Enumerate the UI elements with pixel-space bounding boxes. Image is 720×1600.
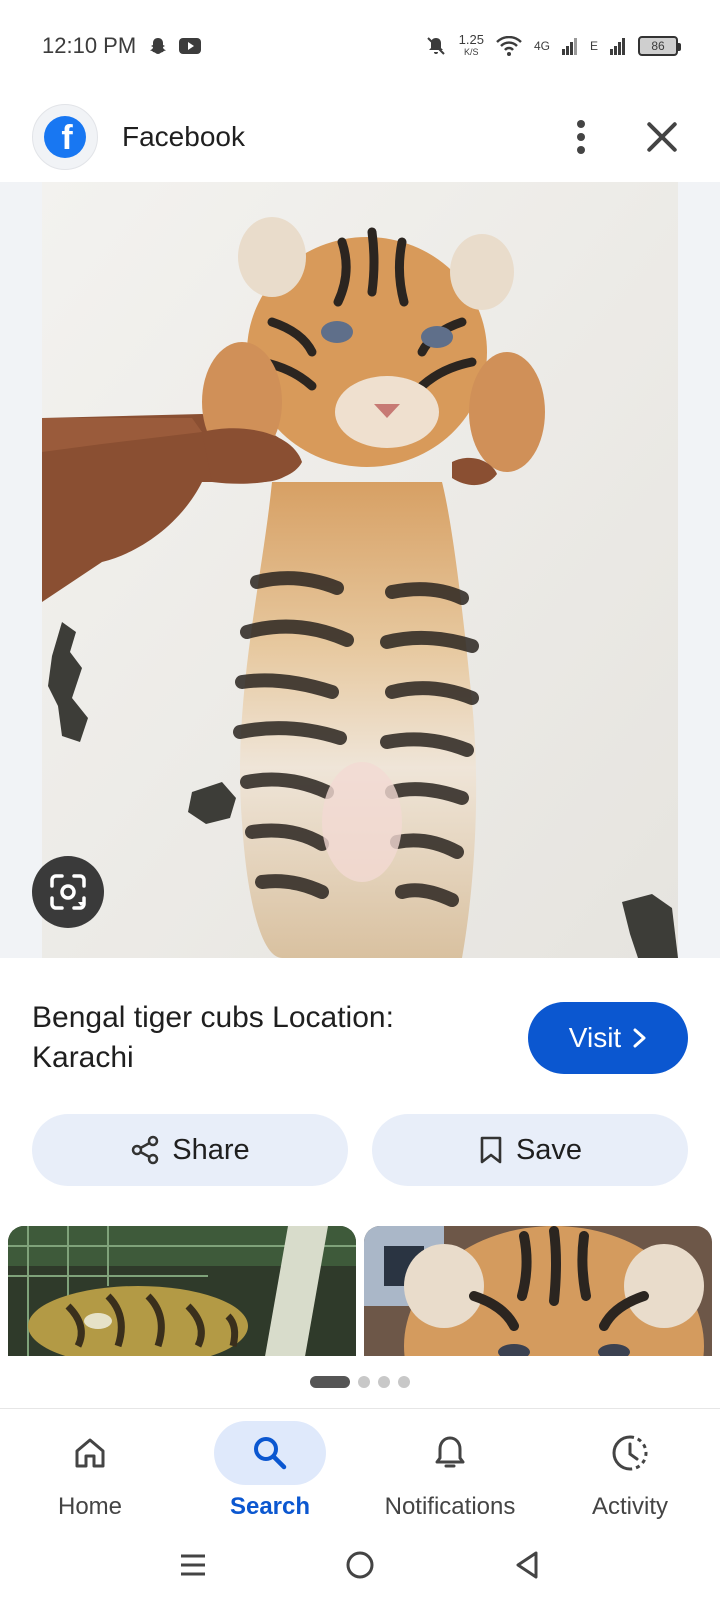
network-type-4g: 4G [533, 39, 550, 53]
nav-notifications[interactable]: Notifications [360, 1409, 540, 1530]
recent-apps-icon[interactable] [178, 1550, 208, 1580]
lens-icon [50, 874, 86, 910]
pager-indicator [0, 1376, 720, 1388]
nav-activity-label: Activity [591, 1493, 668, 1520]
visit-button[interactable]: Visit [528, 1002, 688, 1074]
tiger-cub-closeup-photo [364, 1226, 712, 1356]
nav-search-label: Search [229, 1493, 311, 1520]
mute-icon [426, 37, 445, 55]
speed-value: 1.25 [458, 32, 484, 47]
battery-level: 86 [651, 39, 665, 53]
speed-unit: K/S [464, 47, 479, 57]
tiger-cub-photo [42, 182, 678, 958]
pager-dot-active [310, 1376, 350, 1388]
tiger-cubs-in-cage-photo [8, 1226, 356, 1356]
home-icon [75, 1438, 105, 1468]
nav-home[interactable]: Home [0, 1409, 180, 1530]
back-icon[interactable] [512, 1550, 542, 1580]
nav-search-icon-wrap [214, 1421, 326, 1485]
result-actions: Share Save [32, 1114, 688, 1186]
status-bar: 12:10 PM 1.25 K/S 4G E 86 [0, 0, 720, 92]
related-image-2[interactable] [364, 1226, 712, 1356]
save-button[interactable]: Save [372, 1114, 688, 1186]
more-options-icon[interactable] [576, 120, 586, 154]
battery-icon: 86 [638, 36, 681, 56]
result-caption[interactable]: Bengal tiger cubs Location: Karachi [32, 998, 472, 1078]
chevron-right-icon [633, 1028, 646, 1048]
image-viewer [0, 182, 720, 958]
header-actions [576, 120, 688, 154]
notification-icons [148, 36, 202, 56]
share-label: Share [172, 1133, 250, 1166]
share-icon [132, 1135, 159, 1165]
nav-notifications-icon-wrap [394, 1421, 506, 1485]
signal-icon-2 [610, 38, 625, 55]
snapchat-icon [150, 38, 167, 54]
related-image-1[interactable] [8, 1226, 356, 1356]
nav-home-icon-wrap [34, 1421, 146, 1485]
nav-home-label: Home [57, 1493, 123, 1520]
nav-notifications-label: Notifications [384, 1493, 516, 1520]
network-type-e: E [589, 39, 598, 53]
related-images [8, 1226, 712, 1356]
pager-dot [358, 1376, 370, 1388]
wifi-icon [496, 36, 522, 56]
nav-activity-icon-wrap [574, 1421, 686, 1485]
result-info: Bengal tiger cubs Location: Karachi Visi… [32, 998, 688, 1078]
source-title[interactable]: Facebook [122, 121, 245, 153]
source-header: f Facebook [0, 92, 720, 182]
result-image[interactable] [42, 182, 678, 958]
pager-dot [398, 1376, 410, 1388]
search-icon [254, 1437, 287, 1470]
close-icon[interactable] [646, 121, 678, 153]
nav-activity[interactable]: Activity [540, 1409, 720, 1530]
visit-label: Visit [568, 1022, 622, 1053]
pager-dot [378, 1376, 390, 1388]
save-label: Save [515, 1133, 583, 1166]
facebook-icon: f [44, 116, 86, 158]
status-time: 12:10 PM [42, 33, 137, 58]
share-button[interactable]: Share [32, 1114, 348, 1186]
home-circle-icon[interactable] [345, 1550, 375, 1580]
activity-icon [612, 1435, 648, 1471]
nav-search[interactable]: Search [180, 1409, 360, 1530]
bottom-navigation: Home Search Notifications Activity [0, 1408, 720, 1530]
source-logo[interactable]: f [32, 104, 98, 170]
network-speed: 1.25 K/S [458, 32, 484, 58]
google-lens-button[interactable] [32, 856, 104, 928]
youtube-icon [179, 38, 202, 54]
status-indicators: 1.25 K/S 4G E 86 [425, 32, 681, 58]
bookmark-icon [480, 1136, 502, 1164]
bell-icon [435, 1436, 465, 1468]
signal-icon [561, 38, 577, 55]
system-navigation [0, 1530, 720, 1600]
